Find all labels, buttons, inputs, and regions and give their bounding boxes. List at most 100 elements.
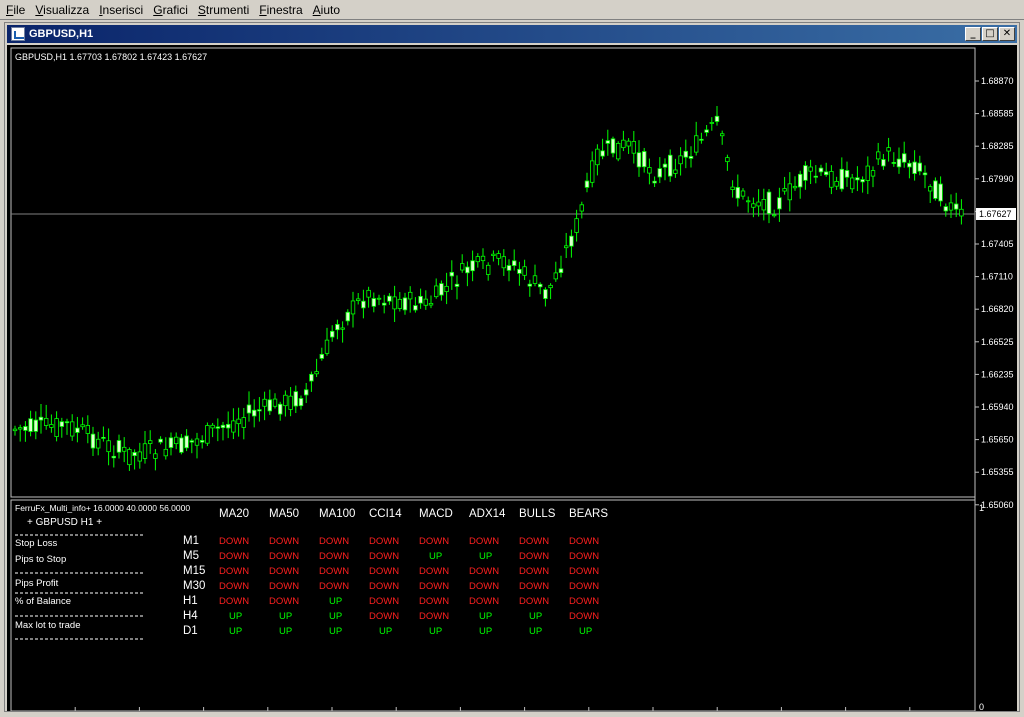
candle-body bbox=[506, 265, 512, 271]
signal-down: DOWN bbox=[269, 596, 299, 607]
time-tick-label: 17 Nov 02:00 bbox=[655, 701, 709, 711]
menu-aiuto[interactable]: Aiuto bbox=[311, 3, 348, 17]
indicator-axis-bottom: 0 bbox=[979, 702, 984, 711]
candle-body bbox=[720, 133, 725, 137]
signal-up: UP bbox=[329, 611, 342, 622]
candle-body bbox=[459, 263, 465, 271]
maximize-button[interactable]: □ bbox=[982, 27, 998, 41]
candle-body bbox=[704, 129, 709, 133]
candle-body bbox=[725, 157, 730, 163]
candle-body bbox=[132, 452, 137, 457]
price-tick-label: 1.66820 bbox=[981, 304, 1014, 314]
signal-up: UP bbox=[479, 626, 492, 637]
signal-down: DOWN bbox=[569, 596, 599, 607]
signal-down: DOWN bbox=[369, 611, 399, 622]
time-tick-label: 13 Nov 17:00 bbox=[398, 701, 452, 711]
signal-column-header: MA20 bbox=[219, 508, 249, 520]
candle-body bbox=[215, 426, 220, 429]
signal-up: UP bbox=[279, 611, 292, 622]
minimize-button[interactable]: _ bbox=[965, 27, 981, 41]
indicator-symbol-label: + GBPUSD H1 + bbox=[27, 517, 102, 528]
candle-body bbox=[17, 427, 23, 430]
signal-column-header: ADX14 bbox=[469, 508, 506, 520]
price-tick-label: 1.67990 bbox=[981, 174, 1014, 184]
candle-body bbox=[787, 183, 792, 201]
candle-body bbox=[876, 151, 881, 160]
signal-column-header: CCI14 bbox=[369, 508, 402, 520]
price-tick-label: 1.65060 bbox=[981, 500, 1014, 510]
timeframe-label: M1 bbox=[183, 535, 199, 547]
menu-finestra[interactable]: Finestra bbox=[257, 3, 310, 17]
signal-down: DOWN bbox=[219, 566, 249, 577]
signal-down: DOWN bbox=[319, 581, 349, 592]
candle-body bbox=[579, 204, 584, 212]
indicator-label: Pips Profit bbox=[15, 578, 59, 589]
menu-strumenti[interactable]: Strumenti bbox=[196, 3, 257, 17]
signal-up: UP bbox=[329, 596, 342, 607]
main-pane-border bbox=[10, 47, 976, 498]
price-tick-label: 1.66235 bbox=[981, 369, 1014, 379]
timeframe-label: M15 bbox=[183, 565, 205, 577]
candle-body bbox=[501, 256, 506, 269]
chart-window-title: GBPUSD,H1 bbox=[29, 28, 94, 40]
signal-down: DOWN bbox=[569, 611, 599, 622]
timeframe-label: M5 bbox=[183, 550, 199, 562]
chart-area[interactable]: 1.688701.685851.682851.679901.677001.674… bbox=[7, 45, 1017, 712]
signal-down: DOWN bbox=[319, 536, 349, 547]
menu-grafici[interactable]: Grafici bbox=[151, 3, 196, 17]
candle-body bbox=[345, 311, 350, 322]
candle-body bbox=[548, 284, 553, 289]
signal-up: UP bbox=[229, 626, 242, 637]
price-chart[interactable]: 1.688701.685851.682851.679901.677001.674… bbox=[7, 45, 1017, 712]
candle-body bbox=[449, 271, 454, 277]
menu-inserisci[interactable]: Inserisci bbox=[97, 3, 151, 17]
signal-down: DOWN bbox=[269, 566, 299, 577]
candle-body bbox=[803, 165, 808, 181]
candle-body bbox=[714, 115, 720, 122]
signal-down: DOWN bbox=[519, 596, 549, 607]
candle-body bbox=[808, 166, 813, 172]
candle-body bbox=[824, 171, 829, 176]
candle-body bbox=[236, 418, 241, 425]
candle-body bbox=[407, 291, 413, 300]
signal-down: DOWN bbox=[219, 596, 249, 607]
candle-body bbox=[756, 201, 761, 207]
candle-body bbox=[647, 167, 652, 174]
time-tick-label: 16 Nov 18:00 bbox=[591, 701, 645, 711]
chart-window-titlebar[interactable]: GBPUSD,H1 _ □ ✕ bbox=[7, 25, 1017, 43]
candle-body bbox=[959, 208, 964, 217]
candle-body bbox=[205, 425, 210, 444]
candle-body bbox=[106, 440, 111, 453]
time-tick-label: 18 Nov 10:00 bbox=[912, 701, 966, 711]
candle-body bbox=[912, 161, 917, 174]
signal-down: DOWN bbox=[369, 566, 399, 577]
candle-body bbox=[267, 399, 272, 412]
candle-body bbox=[173, 436, 179, 445]
candle-body bbox=[288, 395, 293, 410]
candle-body bbox=[798, 173, 803, 188]
menu-file[interactable]: File bbox=[4, 3, 33, 17]
signal-column-header: BULLS bbox=[519, 508, 556, 520]
candle-body bbox=[355, 298, 361, 301]
candle-body bbox=[605, 140, 610, 144]
time-tick-label: 13 Nov 01:00 bbox=[270, 701, 324, 711]
candle-body bbox=[49, 424, 54, 428]
signal-down: DOWN bbox=[569, 551, 599, 562]
menu-visualizza[interactable]: Visualizza bbox=[33, 3, 97, 17]
price-tick-label: 1.68585 bbox=[981, 109, 1014, 119]
price-tick-label: 1.68870 bbox=[981, 76, 1014, 86]
time-tick-label: 12 Nov 09:00 bbox=[141, 701, 195, 711]
candle-body bbox=[595, 148, 600, 166]
candle-body bbox=[418, 295, 423, 304]
candle-body bbox=[371, 298, 376, 307]
candle-body bbox=[772, 214, 777, 217]
price-tick-label: 1.65940 bbox=[981, 402, 1014, 412]
candle-body bbox=[194, 438, 200, 446]
signal-up: UP bbox=[229, 611, 242, 622]
chart-window: GBPUSD,H1 _ □ ✕ 1.68870 1.68585 1.68285 1.6… bbox=[4, 22, 1020, 712]
indicator-label: Pips to Stop bbox=[15, 554, 66, 565]
close-button[interactable]: ✕ bbox=[999, 27, 1015, 41]
candle-body bbox=[298, 398, 304, 407]
price-tick-label: 1.65355 bbox=[981, 467, 1014, 477]
signal-up: UP bbox=[529, 611, 542, 622]
